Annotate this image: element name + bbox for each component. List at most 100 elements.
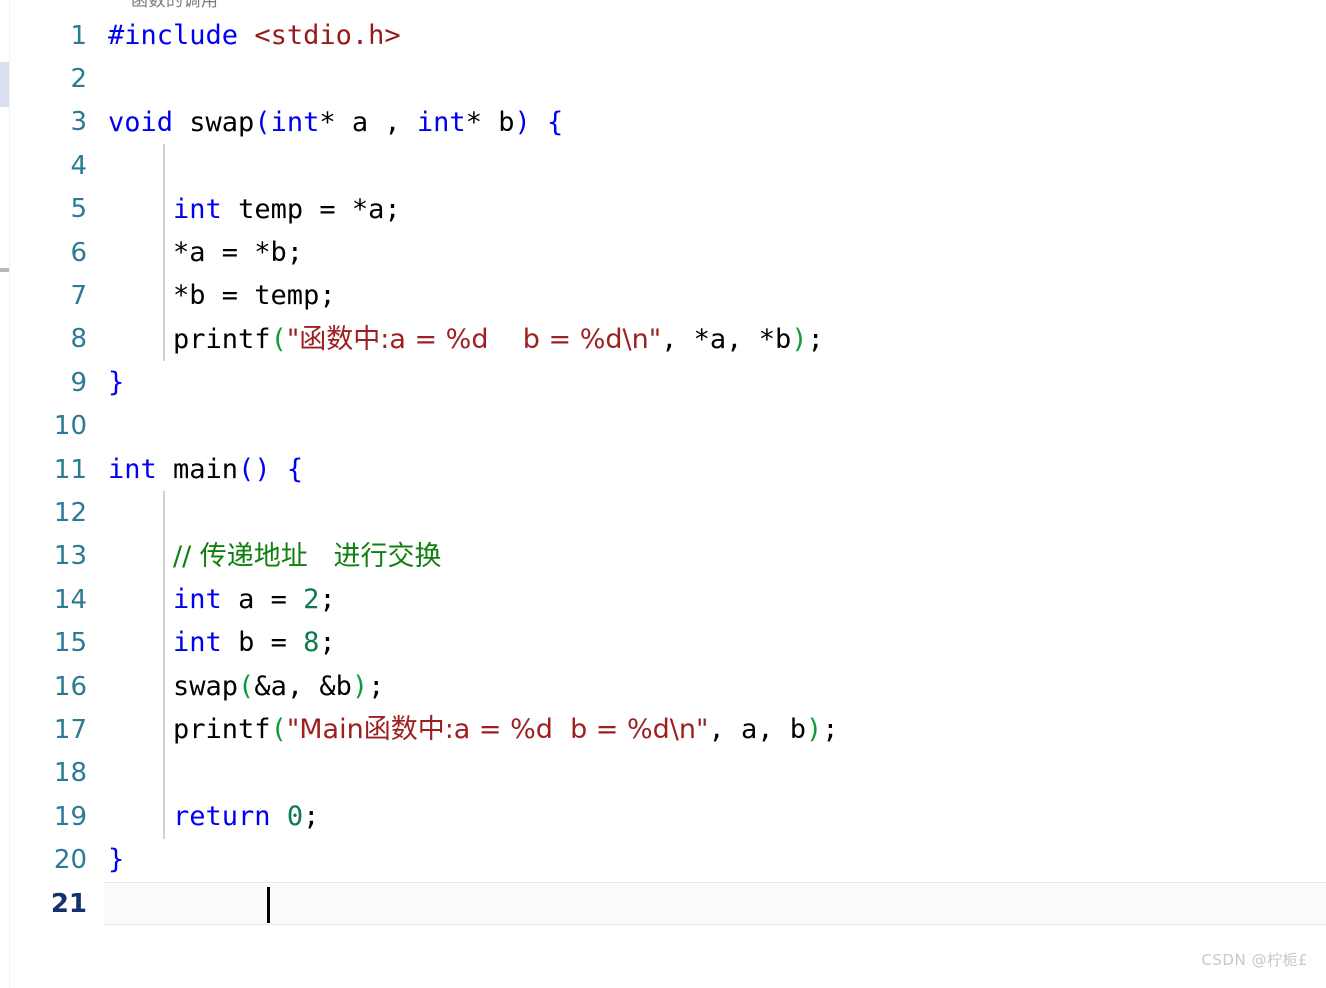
code-token-plain: *b = temp;: [108, 280, 336, 312]
code-token-hdr: <stdio.h>: [254, 20, 401, 51]
code-line-content[interactable]: *a = *b;: [104, 231, 1326, 274]
code-line[interactable]: 16 swap(&a, &b);: [0, 665, 1326, 708]
code-line-content[interactable]: }: [104, 361, 1326, 404]
code-line[interactable]: 8 printf("函数中:a = %d b = %d\n", *a, *b);: [0, 318, 1326, 361]
code-token-plain: swap: [108, 670, 239, 702]
code-line[interactable]: 3 void swap(int* a , int* b) {: [0, 101, 1326, 144]
code-token-str: "函数中:a = %d b = %d\n": [286, 323, 662, 355]
code-line-content[interactable]: // 传递地址 进行交换: [104, 535, 1326, 578]
code-line-content[interactable]: return 0;: [104, 795, 1326, 838]
code-token-kw: int: [270, 106, 320, 138]
line-number: 19: [53, 801, 87, 832]
code-token-kw: int: [173, 584, 222, 616]
code-line-content[interactable]: #include <stdio.h>: [104, 14, 1326, 57]
line-number: 7: [70, 281, 87, 312]
line-number: 4: [70, 150, 87, 181]
code-line[interactable]: 1 #include <stdio.h>: [0, 14, 1326, 57]
code-token-num: 8: [303, 627, 320, 659]
code-line[interactable]: 12: [0, 491, 1326, 534]
code-line[interactable]: 19 return 0;: [0, 795, 1326, 838]
code-token-brk-b: {: [547, 106, 564, 138]
code-token-plain: , a, b: [708, 714, 806, 746]
code-token-kw: return: [173, 801, 271, 833]
code-token-brk-b: ): [514, 106, 531, 138]
code-line-content[interactable]: [104, 405, 1326, 448]
code-token-plain: &a, &b: [254, 670, 352, 702]
line-number: 3: [70, 107, 87, 138]
code-token-plain: b =: [221, 627, 304, 659]
code-token-kw: void: [108, 106, 174, 138]
code-line[interactable]: 14 int a = 2;: [0, 578, 1326, 621]
line-number: 12: [53, 497, 87, 528]
code-token-plain: temp = *a;: [221, 193, 401, 225]
code-token-brk-b: {: [286, 453, 304, 485]
line-number: 21: [50, 888, 87, 919]
code-token-plain: ;: [822, 714, 839, 746]
code-line-content[interactable]: int temp = *a;: [104, 188, 1326, 231]
line-number: 17: [53, 714, 87, 745]
line-number: 20: [53, 845, 87, 876]
code-line[interactable]: 20}: [0, 838, 1326, 881]
code-line[interactable]: 21: [0, 881, 1326, 926]
code-line[interactable]: 17 printf("Main函数中:a = %d b = %d\n", a, …: [0, 708, 1326, 751]
code-line-content[interactable]: [104, 491, 1326, 534]
code-token-brk-b: (: [254, 106, 271, 138]
code-token-brk-b: }: [108, 367, 125, 399]
line-number: 11: [53, 454, 87, 485]
line-number: 14: [53, 584, 87, 615]
code-line-content[interactable]: int b = 8;: [104, 621, 1326, 664]
code-line-content[interactable]: *b = temp;: [104, 274, 1326, 317]
line-number: 2: [70, 64, 87, 95]
code-line-content[interactable]: int main() {: [104, 448, 1326, 491]
code-token-kw: int: [108, 453, 157, 485]
code-token-brk-b: }: [108, 844, 125, 876]
code-line-content[interactable]: int a = 2;: [104, 578, 1326, 621]
code-token-brk-g: (: [270, 714, 287, 746]
code-line-content[interactable]: [104, 57, 1326, 100]
code-token-plain: ;: [319, 584, 336, 616]
code-token-cmt: // 传递地址 进行交换: [173, 540, 442, 572]
code-line-content[interactable]: void swap(int* a , int* b) {: [104, 101, 1326, 144]
code-line[interactable]: 5 int temp = *a;: [0, 188, 1326, 231]
code-line-content[interactable]: [104, 752, 1326, 795]
code-token-plain: * b: [465, 106, 515, 138]
text-caret: [267, 886, 270, 923]
code-line-content[interactable]: printf("函数中:a = %d b = %d\n", *a, *b);: [104, 318, 1326, 361]
code-token-plain: printf: [108, 714, 271, 746]
code-line[interactable]: 18: [0, 752, 1326, 795]
code-line[interactable]: 9}: [0, 361, 1326, 404]
code-line-content[interactable]: [104, 144, 1326, 187]
code-line[interactable]: 2: [0, 57, 1326, 100]
csdn-watermark: CSDN @柠栀£: [1201, 951, 1308, 969]
code-token-brk-g: (: [270, 323, 287, 355]
line-number: 18: [53, 758, 87, 789]
code-token-num: 2: [303, 584, 320, 616]
code-token-plain: printf: [108, 323, 271, 355]
code-token-brk-g: ): [791, 323, 808, 355]
code-line-content[interactable]: swap(&a, &b);: [104, 665, 1326, 708]
line-number: 10: [53, 411, 87, 442]
line-number: 1: [70, 20, 87, 51]
code-line[interactable]: 10: [0, 405, 1326, 448]
code-line-content[interactable]: [104, 881, 1326, 926]
code-line-content[interactable]: }: [104, 838, 1326, 881]
code-line[interactable]: 7 *b = temp;: [0, 274, 1326, 317]
code-token-kw: int: [173, 193, 222, 225]
code-line[interactable]: 15 int b = 8;: [0, 621, 1326, 664]
code-line[interactable]: 6 *a = *b;: [0, 231, 1326, 274]
code-editor[interactable]: 1 #include <stdio.h> 2 3 void swap(int* a , …: [0, 0, 1326, 954]
code-line-content[interactable]: printf("Main函数中:a = %d b = %d\n", a, b);: [104, 708, 1326, 751]
code-line[interactable]: 11 int main() {: [0, 448, 1326, 491]
code-token-plain: * a ,: [319, 106, 417, 138]
line-number: 6: [70, 237, 87, 268]
code-token-plain: ;: [807, 323, 824, 355]
code-line[interactable]: 4: [0, 144, 1326, 187]
code-token-kw: int: [416, 106, 466, 138]
line-number: 8: [70, 324, 87, 355]
code-line[interactable]: 13 // 传递地址 进行交换: [0, 535, 1326, 578]
code-token-brk-b: (): [238, 453, 271, 485]
